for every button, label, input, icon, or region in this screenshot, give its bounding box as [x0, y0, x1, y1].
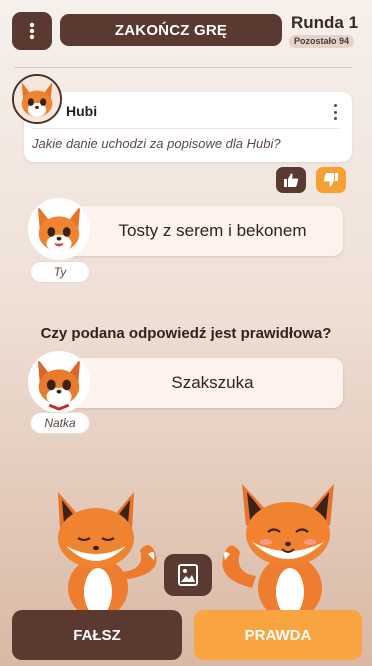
menu-button[interactable] [12, 12, 52, 50]
fox-right-illustration [222, 484, 334, 623]
other-name-tag: Natka [31, 413, 89, 433]
validation-prompt: Czy podana odpowiedź jest prawidłowa? [40, 325, 332, 342]
round-title: Runda 1 [291, 13, 359, 32]
fox-avatar-icon [14, 76, 60, 122]
divider [14, 67, 352, 68]
question-options-icon[interactable] [328, 104, 342, 120]
avatar-user [28, 198, 90, 260]
kebab-menu-icon [29, 22, 35, 40]
user-name-tag: Ty [31, 262, 89, 282]
other-answer-bubble: Szakszuka [62, 358, 343, 408]
question-card: Hubi Jakie danie uchodzi za popisowe dla… [24, 92, 352, 162]
avatar-hubi [12, 74, 62, 124]
user-answer-bubble: Tosty z serem i bekonem [62, 206, 343, 256]
question-text: Jakie danie uchodzi za popisowe dla Hubi… [32, 136, 281, 151]
true-button[interactable]: PRAWDA [194, 610, 362, 660]
remaining-badge: Pozostało 94 [289, 35, 355, 48]
thumb-up-button[interactable] [276, 167, 306, 193]
thumb-down-icon [323, 173, 338, 187]
thumb-down-button[interactable] [316, 167, 346, 193]
thumb-up-icon [284, 173, 299, 187]
fox-left-illustration [58, 492, 157, 620]
user-answer-text: Tosty z serem i bekonem [118, 221, 307, 240]
fox-avatar-icon [30, 200, 88, 258]
false-button[interactable]: FAŁSZ [12, 610, 182, 660]
end-game-button[interactable]: ZAKOŃCZ GRĘ [60, 14, 282, 46]
top-bar: ZAKOŃCZ GRĘ Runda 1 Pozostało 94 [0, 0, 372, 60]
gallery-button[interactable] [164, 554, 212, 596]
other-answer-text: Szakszuka [171, 373, 254, 392]
question-divider [32, 128, 340, 129]
avatar-natka [28, 351, 90, 413]
fox-avatar-icon [30, 353, 88, 411]
question-author: Hubi [66, 103, 98, 119]
image-icon [178, 564, 198, 586]
